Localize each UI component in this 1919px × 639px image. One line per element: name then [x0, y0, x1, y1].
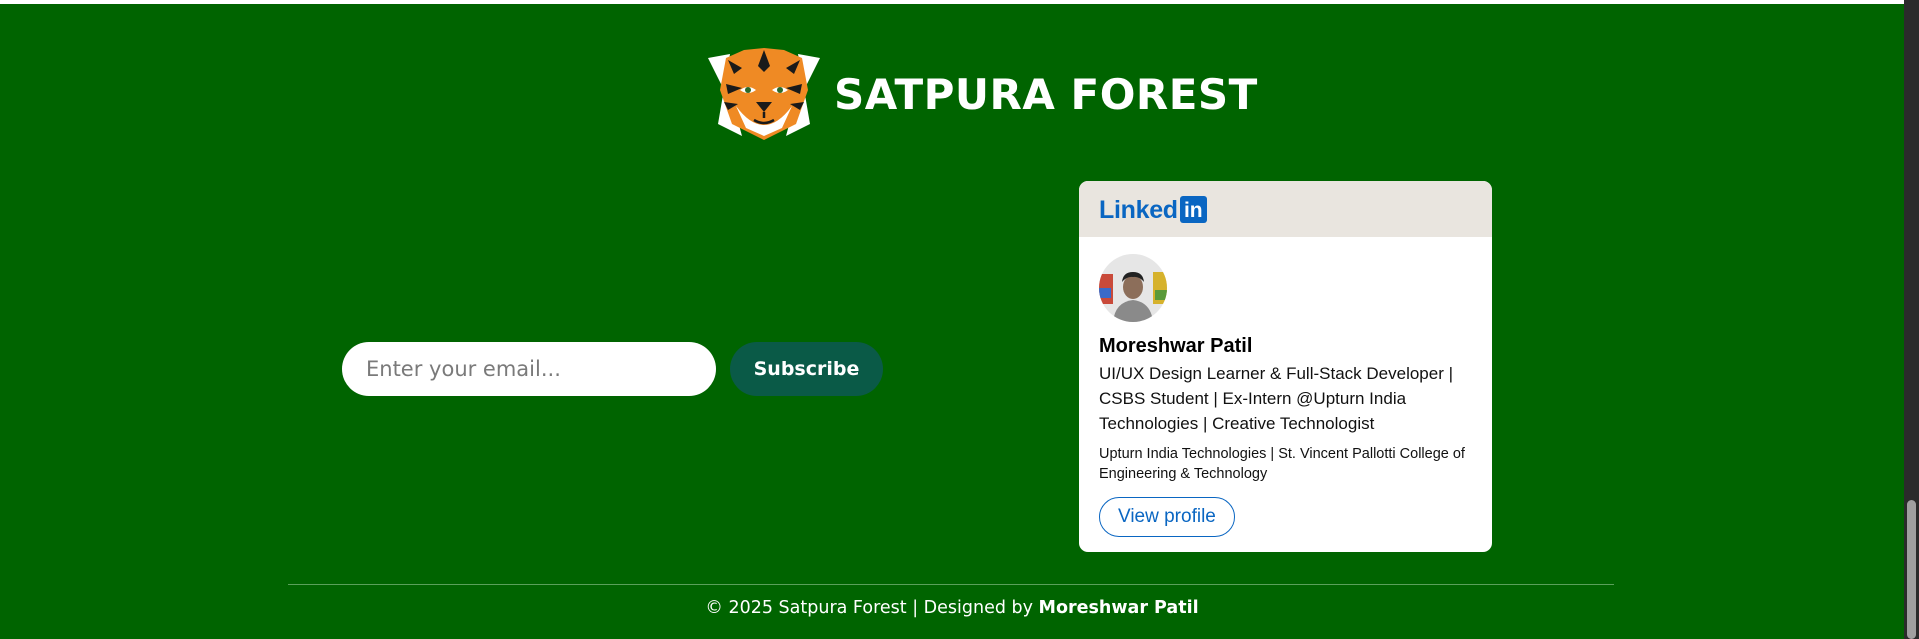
linkedin-card-header: Linked in — [1079, 181, 1492, 237]
linkedin-profile-card: Linked in Moreshwar Patil UI/UX Design L… — [1079, 181, 1492, 552]
linkedin-in-icon: in — [1179, 196, 1207, 223]
page: SATPURA FOREST Subscribe Linked in — [0, 0, 1904, 639]
scrollbar-thumb[interactable] — [1907, 500, 1916, 639]
profile-name[interactable]: Moreshwar Patil — [1099, 335, 1252, 358]
footer-copyright: © 2025 Satpura Forest | Designed by More… — [0, 598, 1904, 618]
profile-headline: UI/UX Design Learner & Full-Stack Develo… — [1099, 364, 1454, 433]
brand[interactable]: SATPURA FOREST — [706, 44, 1258, 144]
subscribe-button[interactable]: Subscribe — [730, 342, 883, 396]
linkedin-logo[interactable]: Linked in — [1099, 196, 1207, 223]
avatar[interactable] — [1099, 254, 1167, 322]
linkedin-logo-text: Linked — [1099, 195, 1178, 224]
copyright-text: © 2025 Satpura Forest | Designed by — [705, 598, 1039, 618]
designer-name: Moreshwar Patil — [1038, 598, 1199, 618]
footer-divider — [288, 584, 1614, 585]
brand-name: SATPURA FOREST — [834, 69, 1258, 119]
view-profile-button[interactable]: View profile — [1099, 497, 1235, 537]
top-divider — [0, 0, 1904, 4]
profile-company: Upturn India Technologies | St. Vincent … — [1099, 446, 1465, 482]
tiger-icon — [706, 44, 822, 144]
email-input[interactable] — [342, 342, 716, 396]
